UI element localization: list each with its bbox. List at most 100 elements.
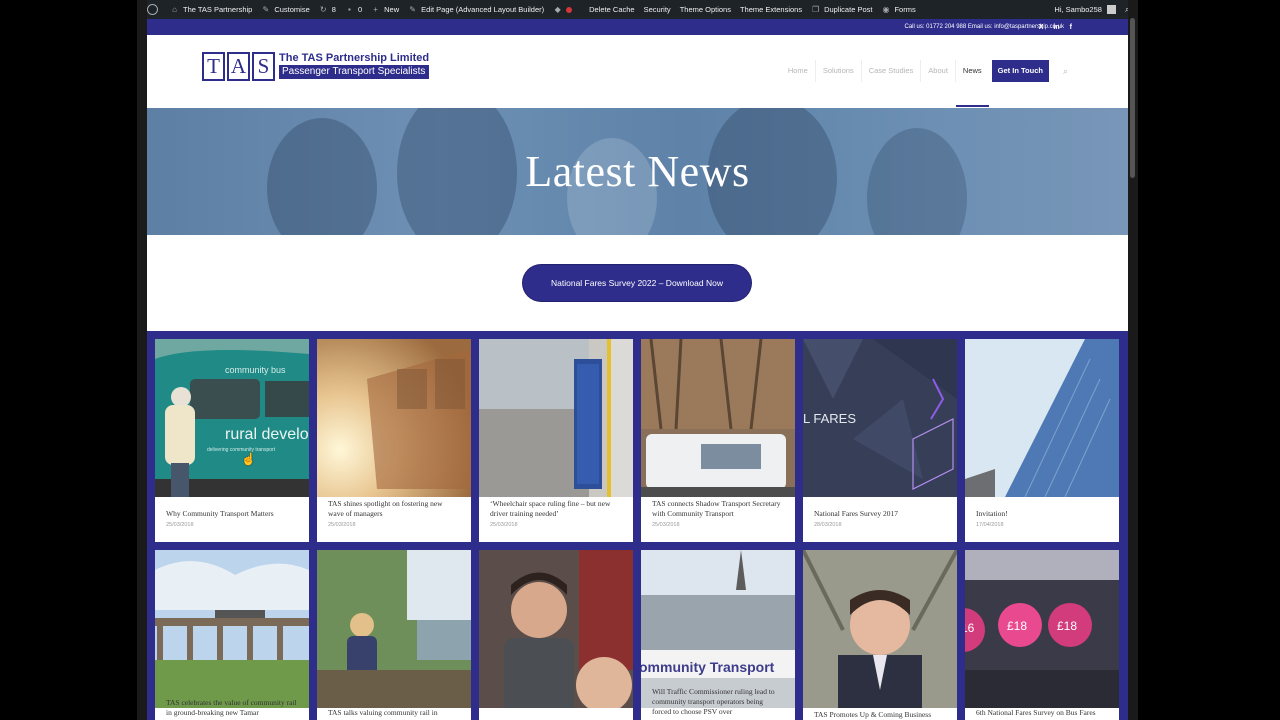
- admin-delete-cache[interactable]: Delete Cache: [589, 5, 634, 14]
- avatar[interactable]: [1106, 5, 1116, 14]
- admin-theme-options[interactable]: Theme Options: [680, 5, 731, 14]
- shield-icon: ◆: [554, 5, 561, 14]
- x-social-icon[interactable]: X: [1039, 24, 1044, 31]
- brush-icon: ✎: [262, 5, 270, 14]
- news-card[interactable]: TAS celebrates the value of community ra…: [155, 550, 309, 720]
- news-card[interactable]: [479, 550, 633, 720]
- news-card-title[interactable]: TAS connects Shadow Transport Secretary …: [652, 499, 784, 519]
- news-card[interactable]: TAS shines spotlight on fostering new wa…: [317, 339, 471, 542]
- price-text: £18: [1057, 619, 1077, 633]
- admin-duplicate-post[interactable]: ❐ Duplicate Post: [811, 5, 872, 14]
- logo-tagline: Passenger Transport Specialists: [279, 65, 430, 79]
- nav-about[interactable]: About: [920, 60, 955, 82]
- viaduct-image: [155, 550, 309, 708]
- logo-letters: T A S: [202, 52, 275, 81]
- news-card-title[interactable]: Will Traffic Commissioner ruling lead to…: [652, 687, 784, 717]
- price-text: £18: [1007, 619, 1027, 633]
- site-logo[interactable]: T A S The TAS Partnership Limited Passen…: [202, 52, 430, 81]
- news-card[interactable]: ‘Wheelchair space ruling fine – but new …: [479, 339, 633, 542]
- fares-graphic-image: L FARES: [803, 339, 957, 497]
- plus-icon: +: [373, 5, 378, 14]
- news-card-date: 25/03/2018: [166, 522, 194, 528]
- minibus-trees-image: [641, 339, 795, 497]
- community-bus-image: community bus rural develo delivering co…: [155, 339, 309, 497]
- price-text: 16: [965, 621, 975, 635]
- duplicate-icon: ❐: [812, 5, 820, 14]
- admin-greeting[interactable]: Hi, Sambo258: [1054, 5, 1102, 14]
- download-section: National Fares Survey 2022 – Download No…: [147, 235, 1128, 331]
- news-card[interactable]: 16 £18 £18 6th National Fares Survey on …: [965, 550, 1119, 720]
- news-card[interactable]: Invitation! 17/04/2018: [965, 339, 1119, 542]
- fares-prices-image: 16 £18 £18: [965, 550, 1119, 708]
- browser-viewport: ⌂ The TAS Partnership ✎ Customise ↻ 8 ▪ 0 + N…: [137, 0, 1138, 720]
- admin-site-name[interactable]: ⌂ The TAS Partnership: [170, 5, 252, 14]
- news-card-date: 28/03/2018: [814, 522, 842, 528]
- window-left-edge: [137, 0, 147, 720]
- admin-forms[interactable]: ◉ Forms: [881, 5, 915, 14]
- nav-home[interactable]: Home: [781, 60, 815, 82]
- page-title: Latest News: [525, 147, 750, 196]
- sign-text: ommunity Transport: [641, 659, 775, 675]
- contact-bar: Call us: 01772 204 988 Email us: info@ta…: [147, 19, 1128, 35]
- woman-river-image: [317, 550, 471, 708]
- logo-letter: S: [252, 52, 275, 81]
- pencil-icon: ✎: [409, 5, 416, 14]
- fares-survey-download-button[interactable]: National Fares Survey 2022 – Download No…: [523, 265, 751, 301]
- nav-case-studies[interactable]: Case Studies: [860, 60, 921, 82]
- news-card-date: 25/03/2018: [652, 522, 680, 528]
- admin-new[interactable]: + New: [371, 5, 399, 14]
- admin-edit-page[interactable]: ✎ Edit Page (Advanced Layout Builder): [408, 5, 544, 14]
- news-card-date: 25/03/2018: [328, 522, 356, 528]
- news-card-date: 17/04/2018: [976, 522, 1004, 528]
- news-card[interactable]: TAS Promotes Up & Coming Business: [803, 550, 957, 720]
- news-card-title[interactable]: National Fares Survey 2017: [814, 509, 946, 519]
- status-dot-icon: [566, 6, 573, 13]
- news-card-title[interactable]: Invitation!: [976, 509, 1108, 519]
- man-portrait-image: [803, 550, 957, 708]
- news-card[interactable]: L FARES National Fares Survey 2017 28/03…: [803, 339, 957, 542]
- main-nav: Home Solutions Case Studies About News G…: [781, 60, 1068, 107]
- news-card[interactable]: ommunity Transport Will Traffic Commissi…: [641, 550, 795, 720]
- facebook-social-icon[interactable]: f: [1070, 24, 1072, 31]
- wordpress-logo-icon[interactable]: [147, 4, 158, 15]
- admin-security[interactable]: Security: [644, 5, 671, 14]
- home-icon: ⌂: [172, 5, 177, 14]
- admin-plugin-status[interactable]: ◆: [553, 5, 580, 14]
- site-header: T A S The TAS Partnership Limited Passen…: [147, 35, 1128, 108]
- scrollbar-thumb[interactable]: [1130, 18, 1135, 178]
- logo-letter: T: [202, 52, 225, 81]
- bus-sunlight-image: [317, 339, 471, 497]
- news-card-title[interactable]: TAS talks valuing community rail in: [328, 708, 460, 718]
- skyscraper-image: [965, 339, 1119, 497]
- mouse-pointer-icon: ☝: [241, 452, 256, 466]
- community-transport-sign-image: ommunity Transport: [641, 550, 795, 708]
- bus-interior-image: [479, 339, 633, 497]
- search-icon[interactable]: ⌕: [1063, 66, 1068, 77]
- fares-graphic-text: L FARES: [803, 411, 856, 426]
- news-card[interactable]: TAS connects Shadow Transport Secretary …: [641, 339, 795, 542]
- news-card-title[interactable]: TAS celebrates the value of community ra…: [166, 698, 298, 718]
- admin-updates[interactable]: ↻ 8: [319, 5, 336, 14]
- news-card[interactable]: TAS talks valuing community rail in: [317, 550, 471, 720]
- comment-icon: ▪: [348, 5, 351, 14]
- news-card-title[interactable]: TAS shines spotlight on fostering new wa…: [328, 499, 460, 519]
- news-card-title[interactable]: Why Community Transport Matters: [166, 509, 298, 519]
- nav-news[interactable]: News: [954, 60, 989, 107]
- logo-letter: A: [227, 52, 250, 81]
- hero-banner: Latest News: [147, 108, 1128, 235]
- news-card-title[interactable]: TAS Promotes Up & Coming Business: [814, 710, 946, 720]
- admin-theme-extensions[interactable]: Theme Extensions: [740, 5, 802, 14]
- news-card-title[interactable]: 6th National Fares Survey on Bus Fares: [976, 708, 1108, 718]
- admin-comments[interactable]: ▪ 0: [345, 5, 362, 14]
- get-in-touch-button[interactable]: Get In Touch: [991, 60, 1049, 82]
- admin-bar: ⌂ The TAS Partnership ✎ Customise ↻ 8 ▪ 0 + N…: [137, 0, 1138, 19]
- linkedin-social-icon[interactable]: in: [1053, 24, 1059, 31]
- news-card-date: 25/03/2018: [490, 522, 518, 528]
- admin-customise[interactable]: ✎ Customise: [261, 5, 309, 14]
- news-card[interactable]: community bus rural develo delivering co…: [155, 339, 309, 542]
- bus-text-community: community bus: [225, 365, 286, 375]
- logo-company-name: The TAS Partnership Limited: [279, 52, 430, 64]
- news-card-title[interactable]: ‘Wheelchair space ruling fine – but new …: [490, 499, 622, 519]
- nav-solutions[interactable]: Solutions: [814, 60, 861, 82]
- news-grid: community bus rural develo delivering co…: [147, 331, 1128, 720]
